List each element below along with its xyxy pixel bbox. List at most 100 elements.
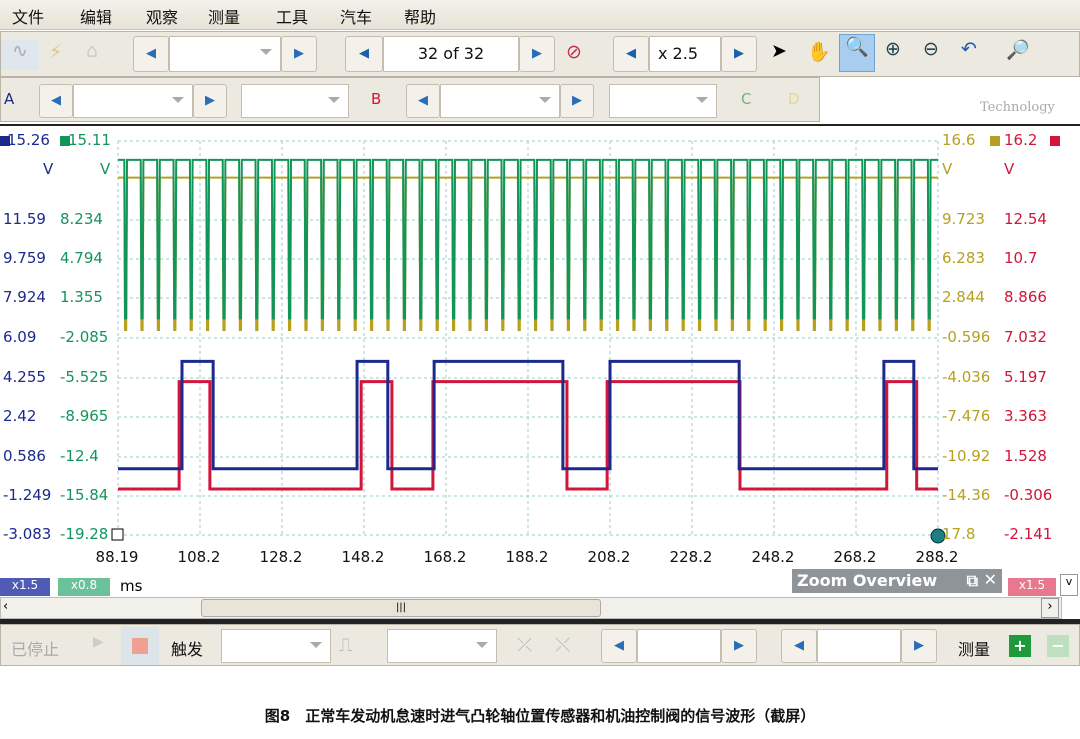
zoom-field[interactable]: x 2.5 [649, 36, 721, 72]
bottom-toolbar: 已停止 ▶ 触发 ⎍ ⤫ ⤬ ◀ ▶ ◀ ▶ 测量 + − [0, 624, 1080, 666]
horizontal-scrollbar[interactable]: ‹ ||| › [0, 597, 1062, 619]
axis-b-tick: -8.965 [60, 407, 109, 425]
channel-c-button[interactable]: C [741, 90, 751, 108]
add-measurement-button[interactable]: + [1009, 635, 1031, 657]
axis-a-unit: V [43, 160, 54, 178]
axis-b-top: 15.11 [68, 131, 111, 149]
axis-a-top: 15.26 [7, 131, 50, 149]
a-coupling-select[interactable] [241, 84, 349, 118]
b-scale-badge[interactable]: x0.8 [58, 578, 110, 596]
trigger-source-select[interactable] [387, 629, 497, 663]
scroll-left-button[interactable]: ‹ [3, 599, 8, 614]
axis-c-tick: 2.844 [942, 288, 985, 306]
menu-item[interactable]: 编辑 [80, 4, 112, 28]
zoom-out-icon[interactable]: ⊖ [923, 38, 939, 60]
axis-c-tick: -10.92 [942, 447, 991, 465]
compass-icon[interactable]: ⊘ [566, 41, 582, 63]
b-next[interactable]: ▶ [560, 84, 594, 118]
axis-b-tick: -5.525 [60, 368, 109, 386]
x-tick-label: 228.2 [669, 548, 713, 566]
channel-a-button[interactable]: A [4, 90, 14, 108]
b-prev[interactable]: ◀ [406, 84, 440, 118]
menu-item[interactable]: 文件 [12, 4, 44, 28]
play-icon[interactable]: ▶ [93, 634, 104, 650]
scope-plot[interactable] [0, 126, 1080, 596]
d-scale-badge[interactable]: x1.5 [1008, 578, 1056, 596]
axis-d-top: 16.2 [1004, 131, 1038, 149]
buffer-next-button[interactable]: ▶ [519, 36, 555, 72]
menu-item[interactable]: 测量 [208, 4, 240, 28]
scroll-right-button[interactable]: › [1041, 598, 1059, 618]
x-tick-label: 208.2 [587, 548, 631, 566]
b-coupling-select[interactable] [609, 84, 717, 118]
timebase-select[interactable] [169, 36, 281, 72]
pointer-icon[interactable]: ➤ [771, 40, 787, 62]
home-icon[interactable]: ⌂ [86, 40, 98, 62]
axis-c-tick: -14.36 [942, 486, 991, 504]
channel-b-button[interactable]: B [371, 90, 381, 108]
remove-measurement-button[interactable]: − [1047, 635, 1069, 657]
menu-item[interactable]: 工具 [276, 4, 308, 28]
buffer-field[interactable]: 32 of 32 [383, 36, 519, 72]
x-tick-label: 148.2 [341, 548, 385, 566]
channel-d-button[interactable]: D [788, 90, 800, 108]
zoom-overview-panel[interactable]: Zoom Overview ⧉ ✕ [792, 569, 1002, 593]
restore-icon[interactable]: ⧉ [967, 571, 978, 591]
axis-d-tick: 1.528 [1004, 447, 1047, 465]
axis-b-tick: 8.234 [60, 210, 103, 228]
axis-a-tick: 6.09 [3, 328, 37, 346]
axis-a-tick: -3.083 [3, 525, 52, 543]
prev-button[interactable]: ◀ [781, 629, 817, 663]
menu-item[interactable]: 帮助 [404, 4, 436, 28]
a-scale-badge[interactable]: x1.5 [0, 578, 50, 596]
a-next[interactable]: ▶ [193, 84, 227, 118]
axis-a-tick: -1.249 [3, 486, 52, 504]
menu-bar: 文件 编辑 观察 测量 工具 汽车 帮助 [0, 0, 1080, 30]
channel-d-marker [1050, 136, 1060, 146]
axis-c-tick: -0.596 [942, 328, 991, 346]
ruler-handle-left [111, 528, 124, 541]
scroll-thumb[interactable]: ||| [201, 599, 601, 617]
run-status: 已停止 [11, 640, 60, 659]
menu-item[interactable]: 观察 [146, 4, 178, 28]
axis-c-top: 16.6 [942, 131, 976, 149]
zoom-in-icon[interactable]: ⊕ [885, 38, 901, 60]
axis-d-tick: 3.363 [1004, 407, 1047, 425]
zoom-box-icon[interactable]: 🔍 [839, 34, 875, 72]
a-prev[interactable]: ◀ [39, 84, 73, 118]
axis-c-tick: 6.283 [942, 249, 985, 267]
undo-icon[interactable]: ↶ [961, 38, 977, 60]
pretrigger-field[interactable] [817, 629, 901, 663]
ruler-icon[interactable]: ⤫ [517, 634, 532, 656]
waveform-icon[interactable]: ∿ [1, 40, 39, 70]
axis-b-unit: V [100, 160, 111, 178]
zoom-overview-title: Zoom Overview [797, 571, 938, 590]
hand-icon[interactable]: ✋ [807, 40, 831, 63]
axis-a-tick: 11.59 [3, 210, 46, 228]
zoom-prev-button[interactable]: ◀ [613, 36, 649, 72]
axis-d-tick: -2.141 [1004, 525, 1053, 543]
scroll-down-button[interactable]: v [1060, 574, 1078, 596]
next-button[interactable]: ▶ [901, 629, 937, 663]
trigger-edge-icon[interactable]: ⎍ [339, 634, 352, 656]
a-range-select[interactable] [73, 84, 193, 118]
x-tick-label: 288.2 [915, 548, 959, 566]
trigger-mode-select[interactable] [221, 629, 331, 663]
zoom-fit-icon[interactable]: 🔎 [1006, 38, 1030, 61]
b-range-select[interactable] [440, 84, 560, 118]
close-icon[interactable]: ✕ [984, 570, 997, 589]
next-button[interactable]: ▶ [721, 629, 757, 663]
ruler2-icon[interactable]: ⤬ [555, 634, 570, 656]
menu-item[interactable]: 汽车 [340, 4, 372, 28]
zoom-next-button[interactable]: ▶ [721, 36, 757, 72]
wand-icon[interactable]: ⚡ [49, 41, 62, 63]
axis-c-tick: -4.036 [942, 368, 991, 386]
stop-button[interactable] [121, 627, 159, 665]
axis-b-tick: -19.28 [60, 525, 109, 543]
buffer-prev-button[interactable]: ◀ [345, 36, 383, 72]
prev-button[interactable]: ◀ [601, 629, 637, 663]
next-button[interactable]: ▶ [281, 36, 317, 72]
prev-button[interactable]: ◀ [133, 36, 169, 72]
threshold-field[interactable] [637, 629, 721, 663]
axis-d-unit: V [1004, 160, 1015, 178]
